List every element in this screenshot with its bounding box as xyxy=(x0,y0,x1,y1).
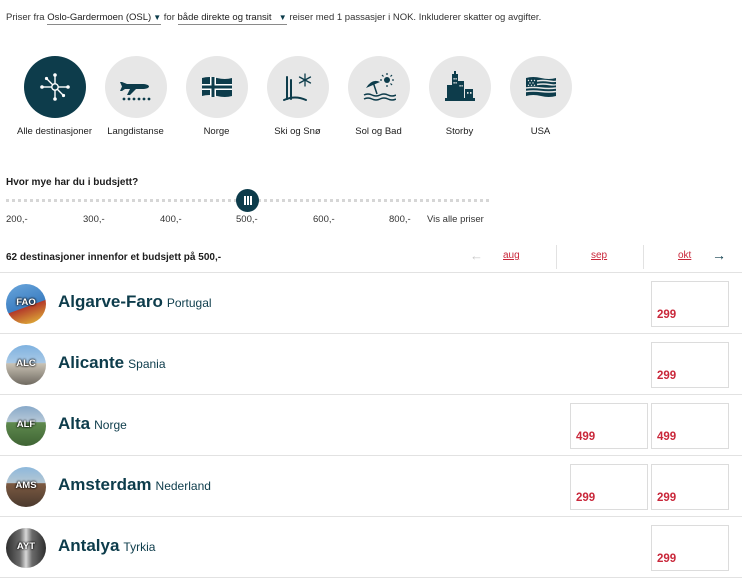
destination-avatar: AYT xyxy=(6,528,46,568)
budget-question: Hvor mye har du i budsjett? xyxy=(6,177,139,188)
price-value: 299 xyxy=(657,309,677,321)
price-okt[interactable]: 499 xyxy=(651,403,729,449)
filter-prefix: Priser fra xyxy=(6,12,45,23)
price-value: 299 xyxy=(657,370,677,382)
arrow-right-icon[interactable]: → xyxy=(712,247,726,263)
filter-mid: for xyxy=(163,12,175,23)
destination-city: Alta xyxy=(58,414,91,433)
airport-code: AMS xyxy=(15,480,37,491)
category-label: Ski og Snø xyxy=(274,126,321,137)
destination-country: Tyrkia xyxy=(123,540,156,554)
category-long-distance[interactable]: Langdistanse xyxy=(95,56,176,138)
chevron-down-icon: ▼ xyxy=(278,13,287,22)
price-value: 499 xyxy=(657,431,677,443)
price-filter-sentence: Priser fra Oslo-Gardermoen (OSL) ▼ for bå… xyxy=(6,12,542,25)
price-sep[interactable]: 299 xyxy=(570,464,648,510)
price-okt[interactable]: 299 xyxy=(651,342,729,388)
destination-row[interactable]: FAO Algarve-Faro Portugal 299 xyxy=(0,273,742,334)
destination-row[interactable]: ALC Alicante Spania 299 xyxy=(0,334,742,395)
month-sep[interactable]: sep xyxy=(591,250,607,261)
destination-name[interactable]: Antalya Tyrkia xyxy=(58,536,155,556)
price-value: 299 xyxy=(576,492,596,504)
airplane-icon xyxy=(104,56,167,118)
month-divider xyxy=(643,245,644,269)
arrow-left-icon[interactable]: ← xyxy=(470,248,483,263)
budget-tick[interactable]: 500,- xyxy=(236,214,258,225)
budget-tick[interactable]: 600,- xyxy=(313,214,335,225)
budget-slider-handle[interactable] xyxy=(236,189,259,212)
destination-name[interactable]: Amsterdam Nederland xyxy=(58,475,211,495)
budget-tick[interactable]: 200,- xyxy=(6,214,28,225)
category-label: Alle destinasjoner xyxy=(17,126,92,137)
destination-avatar: ALF xyxy=(6,406,46,446)
destination-city: Algarve-Faro xyxy=(58,292,163,311)
origin-dropdown[interactable]: Oslo-Gardermoen (OSL) ▼ xyxy=(47,12,162,25)
destination-name[interactable]: Alicante Spania xyxy=(58,353,166,373)
price-okt[interactable]: 299 xyxy=(651,281,729,327)
category-usa[interactable]: USA xyxy=(500,56,581,138)
ski-snow-icon xyxy=(266,56,329,118)
results-count: 62 destinasjoner innenfor et budsjett på… xyxy=(6,252,222,263)
sun-beach-icon xyxy=(347,56,410,118)
category-city[interactable]: Storby xyxy=(419,56,500,138)
category-sun-beach[interactable]: Sol og Bad xyxy=(338,56,419,138)
trip-type-value: både direkte og transit xyxy=(177,12,272,23)
budget-tick[interactable]: 400,- xyxy=(160,214,182,225)
city-icon xyxy=(428,56,491,118)
destination-row[interactable]: AYT Antalya Tyrkia 299 xyxy=(0,517,742,578)
destination-avatar: ALC xyxy=(6,345,46,385)
category-all-destinations[interactable]: Alle destinasjoner xyxy=(14,56,95,138)
price-okt[interactable]: 299 xyxy=(651,525,729,571)
destination-name[interactable]: Alta Norge xyxy=(58,414,127,434)
destination-country: Portugal xyxy=(166,296,212,310)
destination-avatar: FAO xyxy=(6,284,46,324)
category-label: USA xyxy=(530,126,551,137)
airport-code: FAO xyxy=(16,297,36,308)
airport-code: ALC xyxy=(16,358,36,369)
budget-tick[interactable]: 300,- xyxy=(83,214,105,225)
usa-flag-icon xyxy=(509,56,572,118)
category-label: Langdistanse xyxy=(107,126,164,137)
price-value: 499 xyxy=(576,431,596,443)
destination-row[interactable]: ALF Alta Norge 499 499 xyxy=(0,395,742,456)
destination-list: FAO Algarve-Faro Portugal 299 ALC Alicant… xyxy=(0,272,742,578)
destination-avatar: AMS xyxy=(6,467,46,507)
price-value: 299 xyxy=(657,553,677,565)
destination-country: Norge xyxy=(94,418,127,432)
destination-city: Antalya xyxy=(58,536,120,555)
airport-code: ALF xyxy=(16,419,36,430)
price-value: 299 xyxy=(657,492,677,504)
destination-city: Amsterdam xyxy=(58,475,152,494)
destination-name[interactable]: Algarve-Faro Portugal xyxy=(58,292,212,312)
month-aug[interactable]: aug xyxy=(503,250,520,261)
destination-row[interactable]: AMS Amsterdam Nederland 299 299 xyxy=(0,456,742,517)
airport-code: AYT xyxy=(16,541,36,552)
price-okt[interactable]: 299 xyxy=(651,464,729,510)
destination-city: Alicante xyxy=(58,353,125,372)
category-label: Norge xyxy=(203,126,230,137)
price-sep[interactable]: 499 xyxy=(570,403,648,449)
category-norway[interactable]: Norge xyxy=(176,56,257,138)
network-icon xyxy=(23,56,86,118)
category-label: Storby xyxy=(445,126,474,137)
category-ski-snow[interactable]: Ski og Snø xyxy=(257,56,338,138)
norway-flag-icon xyxy=(185,56,248,118)
budget-tick[interactable]: 800,- xyxy=(389,214,411,225)
origin-value: Oslo-Gardermoen (OSL) xyxy=(47,12,152,23)
show-all-prices-link[interactable]: Vis alle priser xyxy=(427,214,484,225)
destination-country: Nederland xyxy=(155,479,211,493)
destination-country: Spania xyxy=(128,357,166,371)
chevron-down-icon: ▼ xyxy=(153,13,162,22)
month-okt[interactable]: okt xyxy=(678,250,691,261)
trip-type-dropdown[interactable]: både direkte og transit ▼ xyxy=(177,12,287,25)
month-divider xyxy=(556,245,557,269)
grip-icon xyxy=(243,196,252,205)
category-label: Sol og Bad xyxy=(355,126,402,137)
category-selector: Alle destinasjoner Langdistanse Norge Sk… xyxy=(14,56,581,138)
filter-suffix: reiser med 1 passasjer i NOK. Inkluderer… xyxy=(289,12,542,23)
